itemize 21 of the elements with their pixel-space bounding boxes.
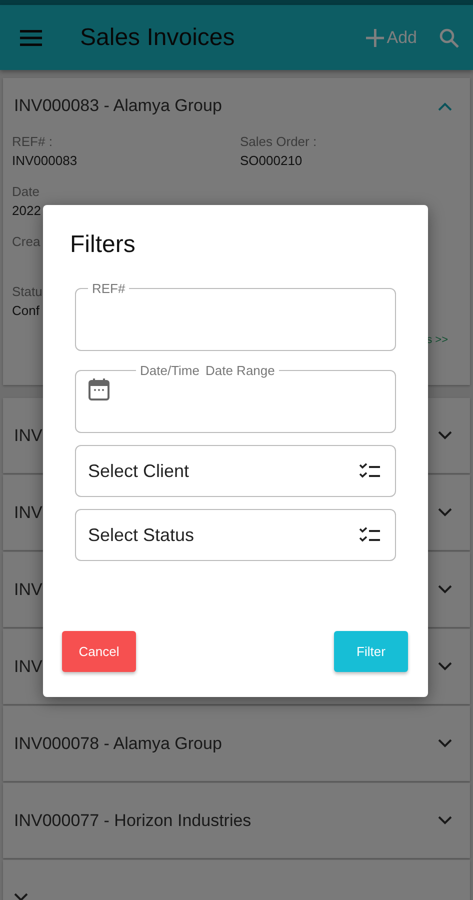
dialog-title: Filters <box>70 231 136 259</box>
detail-value: INV000083 <box>12 153 78 168</box>
invoice-title: INV <box>14 502 42 522</box>
page-title: Sales Invoices <box>80 24 236 52</box>
invoice-title: INV <box>14 656 42 676</box>
detail-value: SO000210 <box>240 153 302 168</box>
detail-label: Statu <box>12 284 42 299</box>
invoice-title: INV000078 - Alamya Group <box>14 734 222 754</box>
detail-label: REF# : <box>12 134 52 149</box>
field-hint: Date Range <box>205 363 275 378</box>
invoice-title: INV <box>14 426 42 446</box>
invoice-title: INV000077 - Horizon Industries <box>14 810 252 830</box>
detail-value: 2022 <box>12 203 41 218</box>
detail-label: Crea <box>12 234 40 249</box>
field-label: REF# <box>91 281 126 296</box>
detail-label: Sales Order : <box>240 134 317 149</box>
detail-value: Conf <box>12 303 40 318</box>
invoice-title: INV <box>14 580 42 600</box>
invoice-title: INV000083 - Alamya Group <box>14 96 222 116</box>
detail-label: Date <box>12 184 40 199</box>
field-label: Date/Time <box>140 363 200 378</box>
